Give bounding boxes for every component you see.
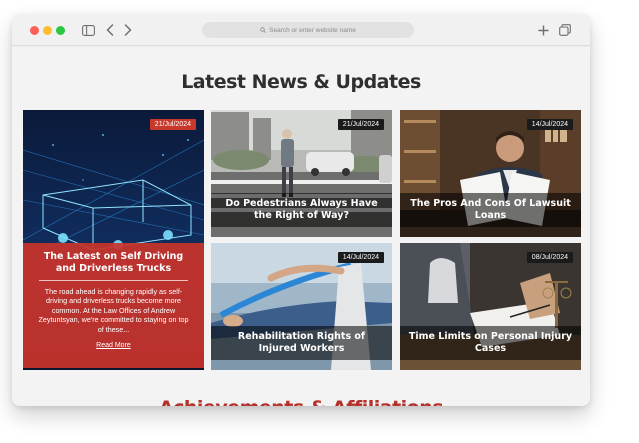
tab-overview-icon[interactable] <box>558 22 572 38</box>
browser-titlebar: Search or enter website name <box>12 14 590 46</box>
title-divider <box>39 280 188 281</box>
card-title[interactable]: Time Limits on Personal Injury Cases <box>400 326 581 360</box>
date-badge: 21/Jul/2024 <box>149 119 196 130</box>
featured-summary-panel: The Latest on Self Driving and Driverles… <box>23 243 204 368</box>
news-section-title: Latest News & Updates <box>181 71 421 93</box>
browser-window: Search or enter website name Latest News… <box>12 14 590 406</box>
card-title[interactable]: Rehabilitation Rights of Injured Workers <box>211 326 392 360</box>
news-card-pedestrians[interactable]: 21/Jul/2024 Do Pedestrians Always Have t… <box>211 110 392 237</box>
news-card-lawsuit-loans[interactable]: 14/Jul/2024 The Pros And Cons Of Lawsuit… <box>400 110 581 237</box>
news-card-featured[interactable]: 21/Jul/2024 The Latest on Self Driving a… <box>23 110 204 370</box>
search-icon <box>260 27 267 33</box>
date-badge: 21/Jul/2024 <box>337 119 384 130</box>
date-badge: 14/Jul/2024 <box>337 252 384 263</box>
featured-card-title[interactable]: The Latest on Self Driving and Driverles… <box>35 251 192 275</box>
new-tab-plus-icon[interactable] <box>536 22 550 38</box>
achievements-section-title: Achievements & Affiliations <box>12 397 590 406</box>
card-title[interactable]: The Pros And Cons Of Lawsuit Loans <box>400 193 581 227</box>
minimize-window-button[interactable] <box>43 26 52 35</box>
address-bar[interactable]: Search or enter website name <box>202 22 414 38</box>
zoom-window-button[interactable] <box>56 26 65 35</box>
back-arrow-icon[interactable] <box>104 22 116 38</box>
news-card-rehabilitation[interactable]: 14/Jul/2024 Rehabilitation Rights of Inj… <box>211 243 392 370</box>
featured-card-excerpt: The road ahead is changing rapidly as se… <box>38 287 189 334</box>
date-badge: 14/Jul/2024 <box>526 119 573 130</box>
page-content: Latest News & Updates 21/Jul/2024 The La… <box>12 47 590 406</box>
close-window-button[interactable] <box>30 26 39 35</box>
news-card-time-limits[interactable]: 08/Jul/2024 Time Limits on Personal Inju… <box>400 243 581 370</box>
address-bar-placeholder: Search or enter website name <box>269 26 356 34</box>
date-badge: 08/Jul/2024 <box>526 252 573 263</box>
read-more-link[interactable]: Read More <box>96 342 131 349</box>
sidebar-toggle-icon[interactable] <box>81 22 95 38</box>
forward-arrow-icon[interactable] <box>122 22 134 38</box>
card-title[interactable]: Do Pedestrians Always Have the Right of … <box>211 193 392 227</box>
